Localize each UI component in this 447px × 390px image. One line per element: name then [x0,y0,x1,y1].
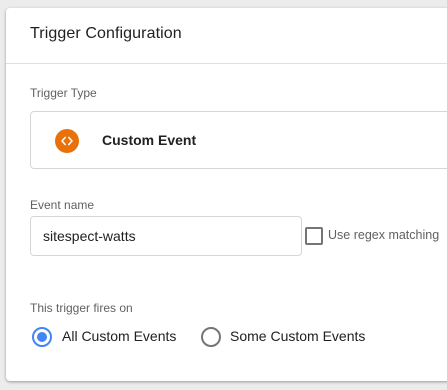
code-brackets-icon [55,129,79,153]
trigger-type-label: Trigger Type [30,86,97,100]
radio-selected-dot [37,332,47,342]
card-header: Trigger Configuration [6,8,447,64]
radio-all-custom-events[interactable] [32,327,52,347]
all-custom-events-label[interactable]: All Custom Events [62,328,176,344]
card-title: Trigger Configuration [30,25,182,42]
trigger-type-selector[interactable]: Custom Event [30,111,447,169]
event-name-label: Event name [30,198,95,212]
regex-matching-label: Use regex matching [328,228,440,242]
some-custom-events-label[interactable]: Some Custom Events [230,328,365,344]
regex-matching-checkbox[interactable] [305,227,323,245]
fires-on-label: This trigger fires on [30,301,133,315]
event-name-input[interactable] [30,216,302,256]
trigger-type-name: Custom Event [102,132,197,148]
trigger-configuration-card: Trigger Configuration Trigger Type Custo… [6,8,447,381]
radio-some-custom-events[interactable] [201,327,221,347]
